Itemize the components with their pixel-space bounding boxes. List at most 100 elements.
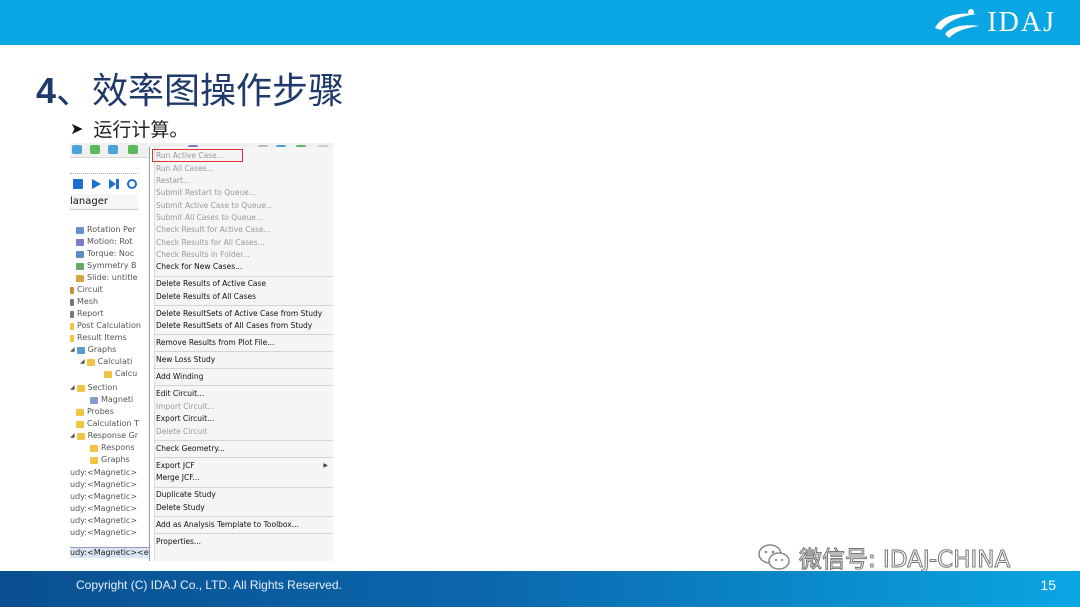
submenu-arrow-icon: ▶ xyxy=(323,462,328,469)
tree-item[interactable]: Respons xyxy=(90,442,135,454)
menu-item-run-all-cases[interactable]: Run All Cases... xyxy=(156,163,214,175)
menu-separator xyxy=(155,276,333,277)
tree-item[interactable]: Calculation T xyxy=(76,418,139,430)
study-item[interactable]: udy:<Magnetic> xyxy=(70,515,137,527)
menu-item-add-template[interactable]: Add as Analysis Template to Toolbox... xyxy=(156,519,299,531)
menu-item-submit-all[interactable]: Submit All Cases to Queue... xyxy=(156,212,263,224)
copyright-text: Copyright (C) IDAJ Co., LTD. All Rights … xyxy=(76,578,342,592)
folder-icon xyxy=(70,322,74,330)
study-item[interactable]: udy:<Magnetic> xyxy=(70,527,137,539)
tree-item[interactable]: ◢ Section xyxy=(70,382,117,394)
study-item[interactable]: udy:<Magnetic> xyxy=(70,467,137,479)
tree-item[interactable]: Probes xyxy=(76,406,114,418)
condition-icon xyxy=(76,274,84,282)
context-menu: Run Active Case... Run All Cases... Rest… xyxy=(149,147,333,561)
toolbar-icon[interactable] xyxy=(108,145,118,154)
menu-item-export-circuit[interactable]: Export Circuit... xyxy=(156,413,214,425)
tree-item[interactable]: Report xyxy=(70,308,104,320)
menu-separator xyxy=(155,516,333,517)
play-icon[interactable] xyxy=(90,178,102,190)
menu-item-delete-resultsets-active[interactable]: Delete ResultSets of Active Case from St… xyxy=(156,308,322,320)
menu-item-merge-jcf[interactable]: Merge JCF... xyxy=(156,472,200,484)
menu-item-edit-circuit[interactable]: Edit Circuit... xyxy=(156,388,204,400)
menu-item-delete-study[interactable]: Delete Study xyxy=(156,502,205,514)
menu-item-delete-results-all[interactable]: Delete Results of All Cases xyxy=(156,291,256,303)
menu-item-restart[interactable]: Restart... xyxy=(156,175,190,187)
folder-icon xyxy=(76,408,84,416)
condition-icon xyxy=(76,250,84,258)
menu-item-export-jcf[interactable]: Export JCF xyxy=(156,460,195,472)
manager-panel-title: lanager xyxy=(70,194,138,210)
menu-separator xyxy=(155,351,333,352)
menu-separator xyxy=(155,385,333,386)
title-text: 、效率图操作步骤 xyxy=(56,71,345,112)
tree-item[interactable]: Post Calculation xyxy=(70,320,141,332)
gear-icon[interactable] xyxy=(127,178,137,190)
tree-item[interactable]: Torque: Noc xyxy=(76,248,134,260)
menu-item-remove-results-plot[interactable]: Remove Results from Plot File... xyxy=(156,337,274,349)
menu-item-check-new-cases[interactable]: Check for New Cases... xyxy=(156,261,242,273)
step-icon[interactable] xyxy=(108,178,120,190)
menu-item-check-results-folder[interactable]: Check Results in Folder... xyxy=(156,249,250,261)
menu-item-run-active-case[interactable]: Run Active Case... xyxy=(156,150,224,162)
menu-item-submit-active[interactable]: Submit Active Case to Queue... xyxy=(156,200,273,212)
bullet-text: 运行计算。 xyxy=(93,120,189,141)
menu-icon-column xyxy=(150,147,155,561)
bullet-item: ➤ 运行计算。 xyxy=(70,115,188,142)
tree-item[interactable]: Slide: untitle xyxy=(76,272,138,284)
tree-item[interactable]: ◢ Calculati xyxy=(80,356,132,368)
mesh-icon xyxy=(70,298,74,306)
study-item[interactable]: udy:<Magnetic> xyxy=(70,491,137,503)
menu-item-add-winding[interactable]: Add Winding xyxy=(156,371,203,383)
menu-item-check-result-active[interactable]: Check Result for Active Case... xyxy=(156,224,271,236)
menu-item-submit-restart[interactable]: Submit Restart to Queue... xyxy=(156,187,256,199)
toolbar-icon[interactable] xyxy=(72,145,82,154)
software-screenshot: lanager Rotation Per Motion: Rot Torque:… xyxy=(70,143,333,561)
menu-item-duplicate-study[interactable]: Duplicate Study xyxy=(156,489,216,501)
tree-item[interactable]: ◢ Graphs xyxy=(70,344,116,356)
tree-item[interactable]: Magneti xyxy=(90,394,133,406)
stop-icon[interactable] xyxy=(72,178,84,190)
menu-item-delete-resultsets-all[interactable]: Delete ResultSets of All Cases from Stud… xyxy=(156,320,312,332)
menu-item-properties[interactable]: Properties... xyxy=(156,536,201,548)
toolbar-divider xyxy=(70,165,138,174)
tree-item[interactable]: Circuit xyxy=(70,284,103,296)
tree-item[interactable]: Graphs xyxy=(90,454,130,466)
menu-separator xyxy=(155,305,333,306)
tree-item[interactable]: Calcu xyxy=(104,368,137,380)
folder-icon xyxy=(70,334,74,342)
study-item[interactable]: udy:<Magnetic> xyxy=(70,503,137,515)
menu-item-delete-results-active[interactable]: Delete Results of Active Case xyxy=(156,278,266,290)
tree-item[interactable]: Rotation Per xyxy=(76,224,136,236)
run-toolbar xyxy=(70,176,138,192)
menu-separator xyxy=(155,334,333,335)
condition-icon xyxy=(76,226,84,234)
toolbar-icon[interactable] xyxy=(128,145,138,154)
tree-item[interactable]: Motion: Rot xyxy=(76,236,133,248)
menu-separator xyxy=(155,487,333,488)
tree-item[interactable]: Symmetry B xyxy=(76,260,137,272)
menu-separator xyxy=(155,440,333,441)
slide-title: 4、效率图操作步骤 xyxy=(36,62,344,114)
tree-item[interactable]: ◢ Response Gr xyxy=(70,430,138,442)
folder-icon xyxy=(76,384,85,392)
folder-icon xyxy=(90,444,98,452)
menu-item-import-circuit[interactable]: Import Circuit... xyxy=(156,401,215,413)
menu-item-new-loss-study[interactable]: New Loss Study xyxy=(156,354,215,366)
tree-item[interactable]: Result Items xyxy=(70,332,127,344)
section-icon xyxy=(90,396,98,404)
wechat-watermark: 微信号: IDAJ-CHINA xyxy=(757,540,1011,574)
tree-item[interactable]: Mesh xyxy=(70,296,98,308)
menu-item-check-results-all[interactable]: Check Results for All Cases... xyxy=(156,237,265,249)
bullet-arrow-icon: ➤ xyxy=(70,120,84,138)
wechat-icon xyxy=(758,544,790,570)
menu-separator xyxy=(155,533,333,534)
page-number: 15 xyxy=(1040,577,1056,593)
menu-item-check-geometry[interactable]: Check Geometry... xyxy=(156,443,225,455)
study-item[interactable]: udy:<Magnetic> xyxy=(70,479,137,491)
graph-icon xyxy=(76,346,85,354)
menu-item-delete-circuit[interactable]: Delete Circuit xyxy=(156,426,207,438)
logo-text: IDAJ xyxy=(987,7,1056,38)
toolbar-icon[interactable] xyxy=(90,145,100,154)
title-number: 4 xyxy=(36,70,57,111)
